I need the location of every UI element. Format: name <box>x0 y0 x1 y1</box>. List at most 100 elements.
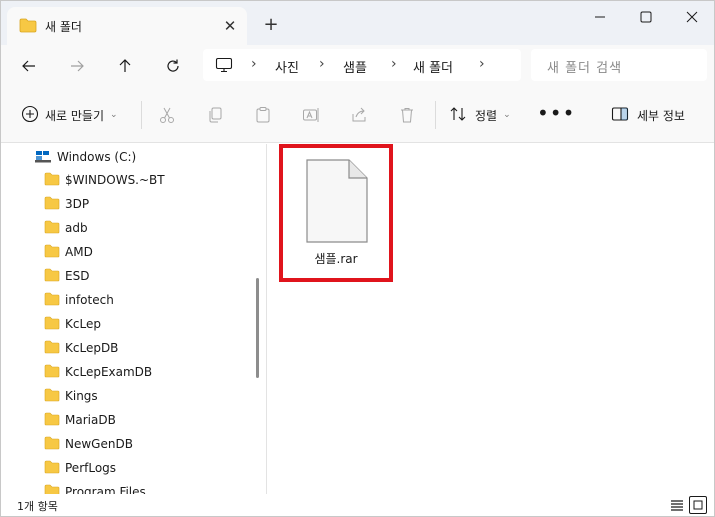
divider <box>435 101 436 129</box>
forward-arrow-icon[interactable] <box>63 52 91 80</box>
sort-button[interactable]: 정렬 ⌄ <box>449 105 511 125</box>
sidebar-folder-item[interactable]: Program Files <box>44 482 146 494</box>
new-button[interactable]: 새로 만들기 ⌄ <box>21 105 118 125</box>
file-name: 샘플.rar <box>314 252 358 266</box>
plus-icon[interactable]: + <box>259 13 283 37</box>
folder-icon <box>44 316 60 333</box>
breadcrumb-chevron[interactable]: › <box>391 56 397 72</box>
file-icon <box>305 158 369 247</box>
folder-label: infotech <box>65 293 114 307</box>
folder-icon <box>44 340 60 357</box>
sidebar-folder-item[interactable]: $WINDOWS.~BT <box>44 170 165 190</box>
copy-icon[interactable] <box>205 105 225 125</box>
folder-icon <box>44 412 60 429</box>
sidebar-folder-item[interactable]: KcLep <box>44 314 101 334</box>
details-pane-label: 세부 정보 <box>637 108 685 123</box>
paste-icon[interactable] <box>253 105 273 125</box>
title-bar: 새 폴더 ✕ + <box>1 1 714 45</box>
folder-icon <box>44 364 60 381</box>
status-bar: 1개 항목 <box>1 494 714 516</box>
folder-label: ESD <box>65 269 90 283</box>
drive-label: Windows (C:) <box>57 150 137 164</box>
breadcrumb-chevron[interactable]: › <box>319 56 325 72</box>
minimize-icon[interactable] <box>577 3 623 31</box>
share-icon[interactable] <box>349 105 369 125</box>
sidebar-folder-item[interactable]: adb <box>44 218 88 238</box>
folder-icon <box>44 196 60 213</box>
breadcrumb-sample[interactable]: 샘플 <box>343 57 367 76</box>
folder-label: KcLep <box>65 317 101 331</box>
maximize-icon[interactable] <box>623 3 669 31</box>
sidebar-folder-item[interactable]: infotech <box>44 290 114 310</box>
sidebar-folder-item[interactable]: 3DP <box>44 194 89 214</box>
back-arrow-icon[interactable] <box>15 52 43 80</box>
folder-label: KcLepDB <box>65 341 119 355</box>
file-item[interactable]: 샘플.rar <box>279 144 393 282</box>
sort-label: 정렬 <box>475 108 498 123</box>
navigation-pane: Windows (C:) $WINDOWS.~BT 3DP adb AMD ES… <box>1 144 266 494</box>
details-pane-icon <box>611 105 629 126</box>
window-close-icon[interactable] <box>669 3 714 31</box>
search-input[interactable]: 새 폴더 검색 <box>531 49 707 81</box>
folder-icon <box>44 244 60 261</box>
up-arrow-icon[interactable] <box>111 52 139 80</box>
new-button-label: 새로 만들기 <box>45 108 105 123</box>
sidebar-scrollbar[interactable] <box>256 278 259 378</box>
cut-icon[interactable] <box>157 105 177 125</box>
more-options-button[interactable]: ••• <box>537 101 575 125</box>
item-count: 1개 항목 <box>17 500 58 513</box>
folder-icon <box>44 292 60 309</box>
sidebar-folder-item[interactable]: Kings <box>44 386 98 406</box>
sidebar-folder-item[interactable]: NewGenDB <box>44 434 133 454</box>
chevron-down-icon: ⌄ <box>110 110 118 120</box>
folder-label: Kings <box>65 389 98 403</box>
folder-label: PerfLogs <box>65 461 117 475</box>
file-list: 샘플.rar <box>267 144 714 494</box>
folder-label: $WINDOWS.~BT <box>65 173 165 187</box>
folder-icon <box>44 220 60 237</box>
sort-icon <box>449 105 467 126</box>
sidebar-folder-item[interactable]: KcLepExamDB <box>44 362 152 382</box>
command-bar: 새로 만들기 ⌄ 정렬 ⌄ ••• 세부 정보 <box>1 87 714 143</box>
breadcrumb-chevron[interactable]: › <box>251 56 257 72</box>
delete-icon[interactable] <box>397 105 417 125</box>
search-placeholder: 새 폴더 검색 <box>547 61 623 76</box>
folder-label: AMD <box>65 245 93 259</box>
folder-icon <box>44 172 60 189</box>
refresh-icon[interactable] <box>159 52 187 80</box>
folder-icon <box>44 436 60 453</box>
sidebar-folder-item[interactable]: PerfLogs <box>44 458 116 478</box>
sidebar-folder-item[interactable]: KcLepDB <box>44 338 118 358</box>
divider <box>141 101 142 129</box>
breadcrumb-photos[interactable]: 사진 <box>275 57 299 76</box>
chevron-down-icon: ⌄ <box>503 110 511 120</box>
breadcrumb-new-folder[interactable]: 새 폴더 <box>413 57 453 76</box>
folder-icon <box>44 460 60 477</box>
folder-label: 3DP <box>65 197 90 211</box>
folder-label: KcLepExamDB <box>65 365 153 379</box>
folder-label: Program Files <box>65 485 146 494</box>
tab-new-folder[interactable]: 새 폴더 ✕ <box>7 7 247 45</box>
close-icon[interactable]: ✕ <box>219 15 241 37</box>
tab-title: 새 폴더 <box>45 20 82 34</box>
address-bar[interactable]: › 사진 › 샘플 › 새 폴더 › <box>203 49 521 81</box>
folder-icon <box>44 388 60 405</box>
drive-icon <box>35 149 51 166</box>
breadcrumb-chevron[interactable]: › <box>479 56 485 72</box>
navigation-bar: › 사진 › 샘플 › 새 폴더 › 새 폴더 검색 <box>1 45 714 87</box>
details-view-icon[interactable] <box>668 496 686 514</box>
details-pane-button[interactable]: 세부 정보 <box>611 105 685 125</box>
drive-item-c[interactable]: Windows (C:) <box>35 148 136 166</box>
sidebar-folder-item[interactable]: MariaDB <box>44 410 116 430</box>
tiles-view-icon[interactable] <box>689 496 707 514</box>
rename-icon[interactable] <box>301 105 321 125</box>
folder-label: adb <box>65 221 88 235</box>
file-explorer-window: 새 폴더 ✕ + › 사진 › 샘플 › 새 폴더 › 새 폴더 검색 새로 만… <box>0 0 715 517</box>
sidebar-folder-item[interactable]: AMD <box>44 242 93 262</box>
new-icon <box>21 105 39 126</box>
folder-icon <box>44 268 60 285</box>
computer-icon[interactable] <box>215 57 233 76</box>
folder-label: MariaDB <box>65 413 116 427</box>
folder-icon <box>44 484 60 494</box>
sidebar-folder-item[interactable]: ESD <box>44 266 89 286</box>
